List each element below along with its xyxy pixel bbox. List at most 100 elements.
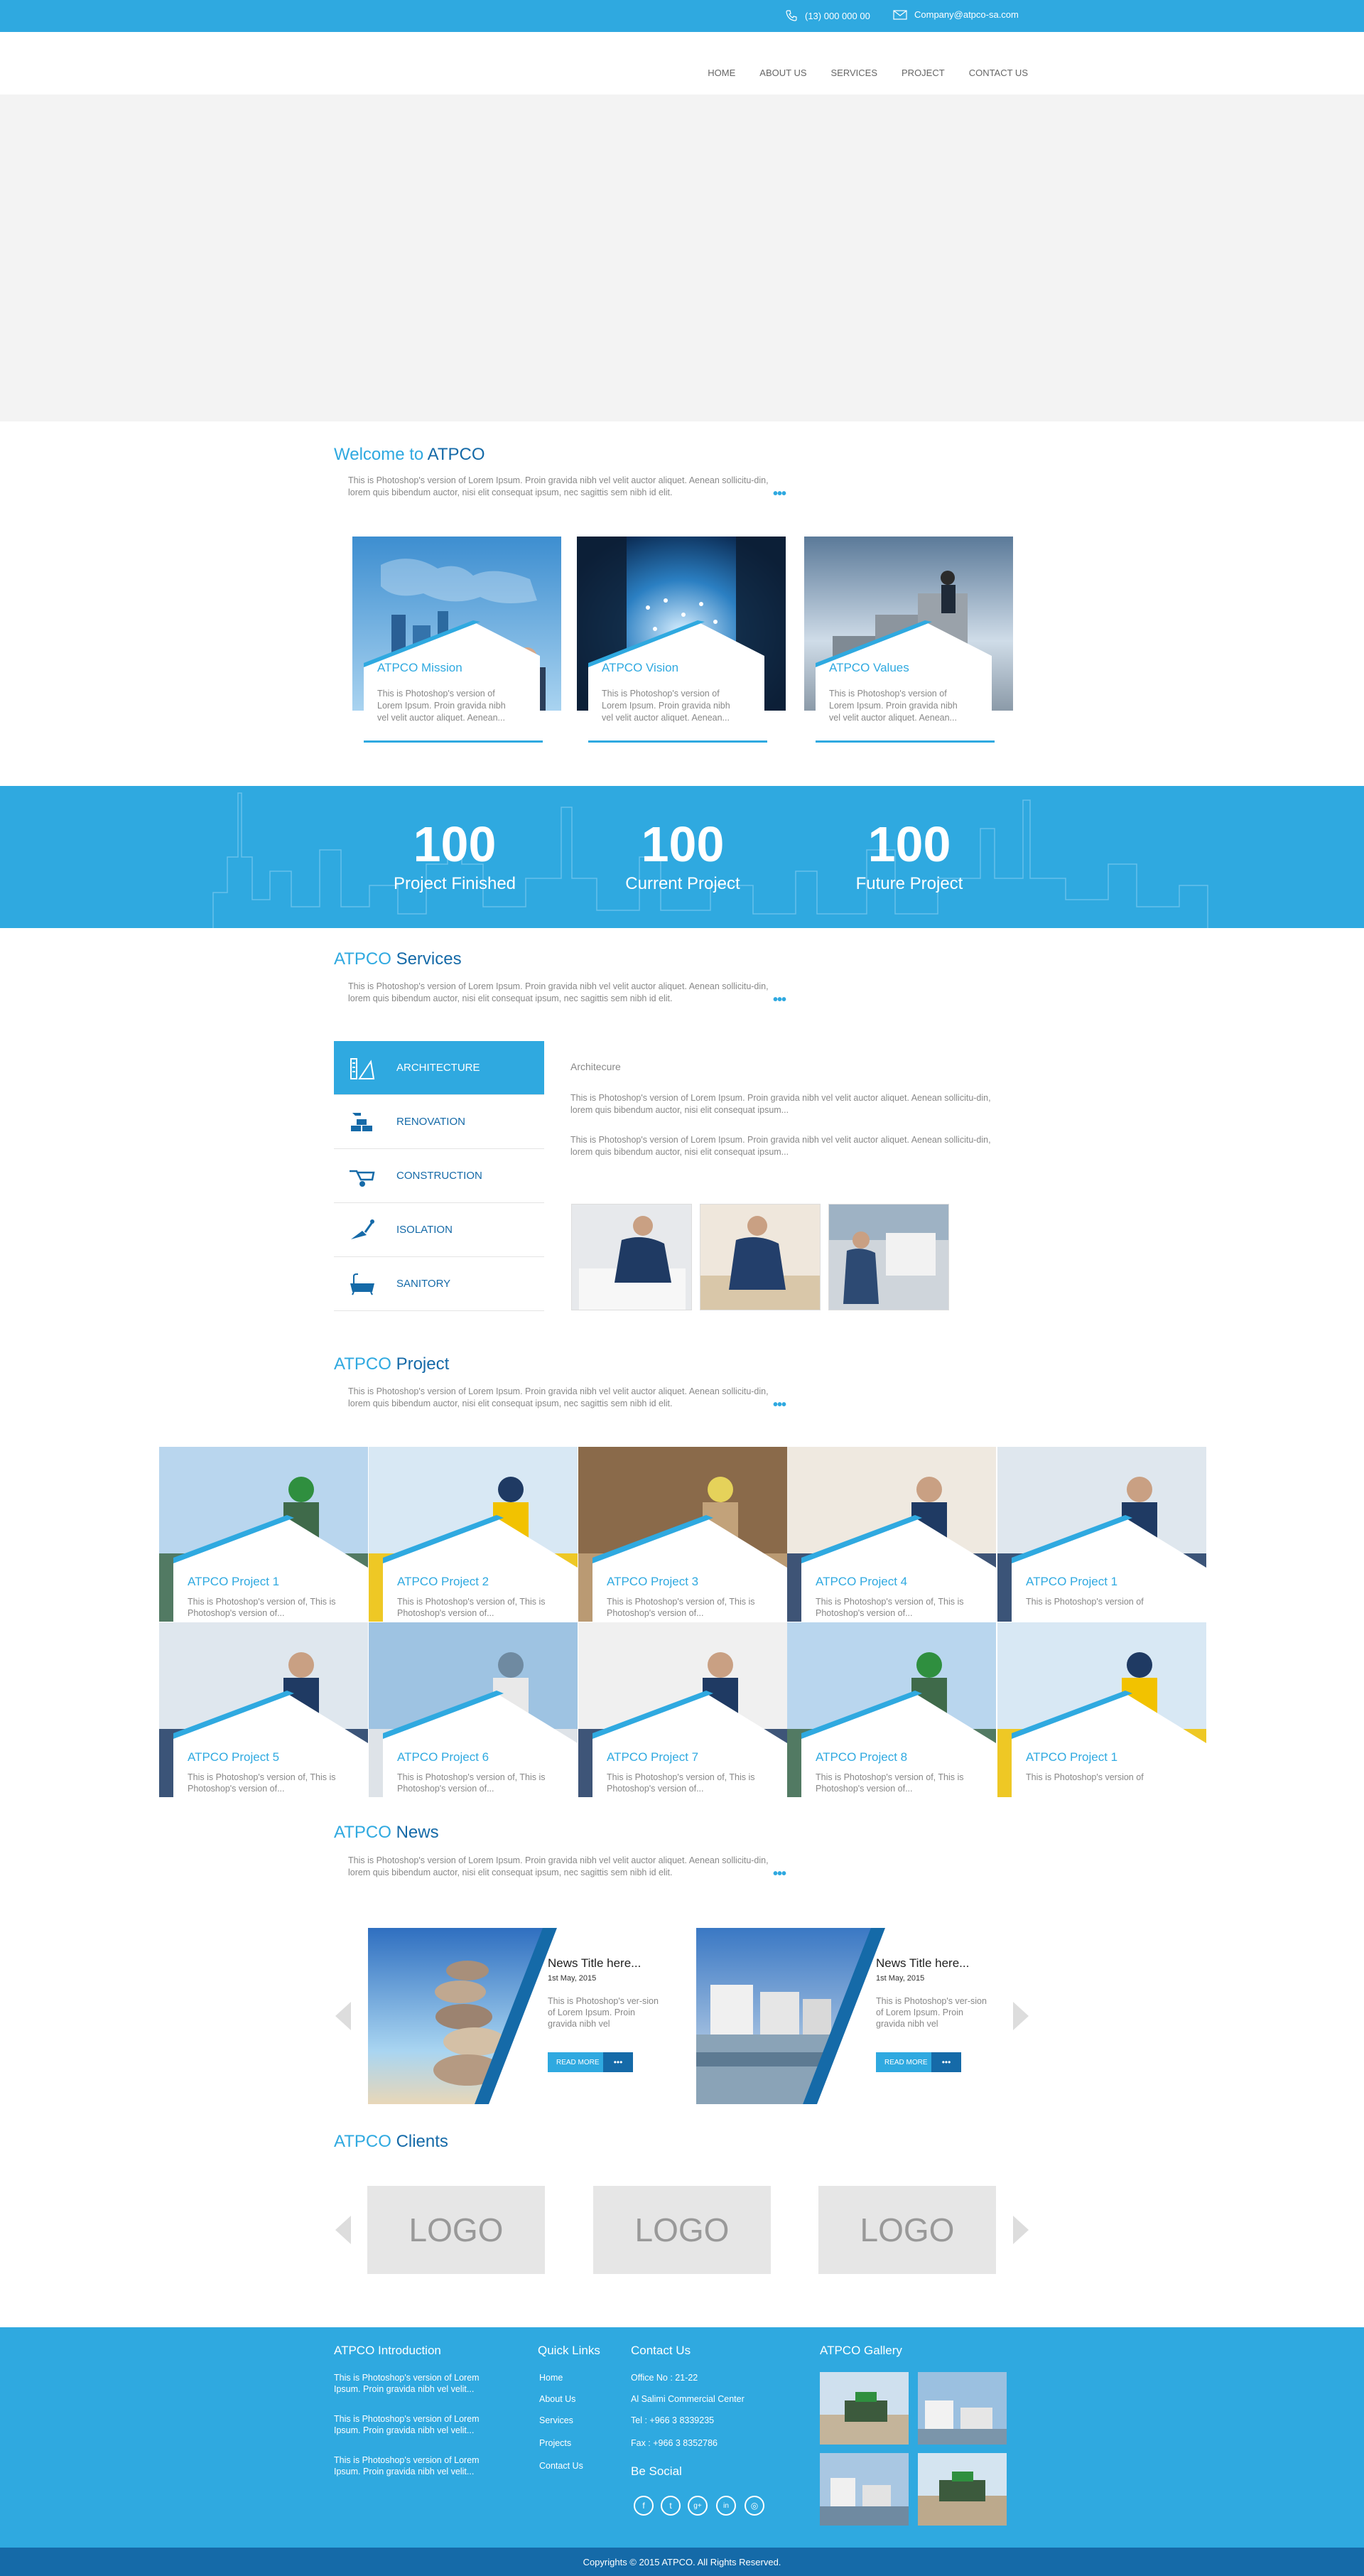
footer-contact-office: Office No : 21-22: [631, 2373, 698, 2383]
project-title: ATPCO Project 1: [1026, 1750, 1118, 1764]
card-title: ATPCO Mission: [377, 661, 462, 674]
clients-title: ATPCO Clients: [334, 2132, 448, 2151]
card-underline: [588, 740, 767, 743]
service-architecture[interactable]: ARCHITECTURE: [334, 1041, 544, 1095]
nav-contact[interactable]: CONTACT US: [969, 68, 1028, 78]
footer-link-projects[interactable]: Projects: [539, 2437, 571, 2449]
footer-link-contact[interactable]: Contact Us: [539, 2460, 583, 2472]
linkedin-icon[interactable]: in: [716, 2496, 736, 2516]
project-item[interactable]: ATPCO Project 3 This is Photoshop's versi…: [578, 1447, 787, 1622]
project-title: ATPCO Project 4: [816, 1575, 908, 1588]
project-title: ATPCO Project 1: [1026, 1575, 1118, 1588]
stat-label: Current Project: [625, 874, 740, 893]
bathtub-icon: [350, 1273, 374, 1295]
client-logo-2[interactable]: LOGO: [593, 2186, 771, 2274]
service-construction[interactable]: CONSTRUCTION: [334, 1149, 544, 1203]
project-item[interactable]: ATPCO Project 8 This is Photoshop's versi…: [787, 1622, 996, 1797]
stat-future: 100 Future Project: [824, 814, 995, 894]
welcome-more[interactable]: •••: [773, 486, 786, 502]
google-plus-icon[interactable]: g+: [688, 2496, 708, 2516]
project-title: ATPCO Project: [334, 1354, 450, 1374]
stat-current: 100 Current Project: [597, 814, 768, 894]
card-mission[interactable]: ATPCO Mission This is Photoshop's versio…: [352, 537, 561, 743]
news-prev-arrow[interactable]: [335, 2002, 351, 2030]
stat-label: Future Project: [855, 874, 963, 893]
phone-number: (13) 000 000 00: [805, 10, 870, 21]
footer-link-services[interactable]: Services: [539, 2415, 573, 2426]
read-more-button[interactable]: READ MORE •••: [876, 2052, 961, 2072]
card-title: ATPCO Vision: [602, 661, 679, 674]
project-item[interactable]: ATPCO Project 7 This is Photoshop's versi…: [578, 1622, 787, 1797]
email-contact[interactable]: Company@atpco-sa.com: [893, 9, 1019, 20]
service-photo-2[interactable]: [700, 1204, 821, 1310]
footer-intro-text: This is Photoshop's version of Lorem Ips…: [334, 2455, 480, 2477]
news-intro: This is Photoshop's version of Lorem Ips…: [348, 1855, 769, 1877]
nav-home[interactable]: HOME: [708, 68, 735, 78]
gallery-thumb-2[interactable]: [918, 2372, 1007, 2445]
project-title: ATPCO Project 2: [397, 1575, 489, 1588]
top-bar: (13) 000 000 00 Company@atpco-sa.com: [0, 0, 1364, 32]
news-item-2[interactable]: News Title here... 1st May, 2015 This is…: [696, 1928, 995, 2104]
footer-links-title: Quick Links: [538, 2344, 600, 2357]
nav-about[interactable]: ABOUT US: [759, 68, 806, 78]
facebook-icon[interactable]: f: [634, 2496, 654, 2516]
welcome-title: Welcome to ATPCO: [334, 445, 485, 464]
project-item[interactable]: ATPCO Project 1 This is Photoshop's versi…: [159, 1447, 368, 1622]
project-title: ATPCO Project 8: [816, 1750, 908, 1764]
twitter-icon[interactable]: t: [661, 2496, 681, 2516]
project-intro: This is Photoshop's version of Lorem Ips…: [348, 1386, 769, 1408]
nav-project[interactable]: PROJECT: [902, 68, 945, 78]
project-more[interactable]: •••: [773, 1397, 786, 1413]
footer-link-home[interactable]: Home: [539, 2372, 563, 2383]
service-photo-3[interactable]: [828, 1204, 949, 1310]
news-item-text: This is Photoshop's ver-sion of Lorem Ip…: [876, 1996, 987, 2029]
news-item-date: 1st May, 2015: [876, 1974, 925, 1983]
project-item[interactable]: ATPCO Project 6 This is Photoshop's versi…: [369, 1622, 578, 1797]
service-detail-title: Architecure: [570, 1061, 621, 1072]
project-text: This is Photoshop's version of: [1026, 1772, 1144, 1782]
main-nav: HOME ABOUT US SERVICES PROJECT CONTACT U…: [708, 68, 1028, 78]
footer-contact-tel: Tel : +966 3 8339235: [631, 2415, 715, 2425]
project-item[interactable]: ATPCO Project 5 This is Photoshop's versi…: [159, 1622, 368, 1797]
project-text: This is Photoshop's version of, This is …: [188, 1597, 336, 1618]
card-vision[interactable]: ATPCO Vision This is Photoshop's version…: [577, 537, 786, 743]
project-item[interactable]: ATPCO Project 4 This is Photoshop's versi…: [787, 1447, 996, 1622]
nav-services[interactable]: SERVICES: [831, 68, 878, 78]
footer-link-about[interactable]: About Us: [539, 2393, 575, 2405]
news-more[interactable]: •••: [773, 1866, 786, 1882]
service-sanitory[interactable]: SANITORY: [334, 1257, 544, 1311]
hero-banner: [0, 95, 1364, 421]
service-renovation[interactable]: RENOVATION: [334, 1095, 544, 1149]
project-title: ATPCO Project 6: [397, 1750, 489, 1764]
service-isolation[interactable]: ISOLATION: [334, 1203, 544, 1257]
service-label: ARCHITECTURE: [396, 1062, 480, 1074]
trowel-icon: [351, 1219, 374, 1239]
news-next-arrow[interactable]: [1013, 2002, 1029, 2030]
project-text: This is Photoshop's version of, This is …: [188, 1772, 336, 1794]
clients-next-arrow[interactable]: [1013, 2216, 1029, 2244]
instagram-icon[interactable]: ◎: [745, 2496, 764, 2516]
gallery-thumb-4[interactable]: [918, 2453, 1007, 2526]
stat-finished: 100 Project Finished: [369, 814, 540, 894]
services-more[interactable]: •••: [773, 992, 786, 1008]
architecture-icon: [350, 1057, 375, 1079]
phone-icon: [786, 10, 797, 21]
project-text: This is Photoshop's version of, This is …: [816, 1597, 964, 1618]
news-item-1[interactable]: News Title here... 1st May, 2015 This is…: [368, 1928, 666, 2104]
more-dots-icon: •••: [931, 2052, 961, 2072]
client-logo-3[interactable]: LOGO: [818, 2186, 996, 2274]
client-logo-1[interactable]: LOGO: [367, 2186, 545, 2274]
card-values[interactable]: ATPCO Values This is Photoshop's version…: [804, 537, 1013, 743]
gallery-thumb-3[interactable]: [820, 2453, 909, 2526]
clients-prev-arrow[interactable]: [335, 2216, 351, 2244]
service-photo-1[interactable]: [571, 1204, 692, 1310]
project-item[interactable]: ATPCO Project 1 This is Photoshop's versi…: [997, 1622, 1206, 1797]
footer-intro-text: This is Photoshop's version of Lorem Ips…: [334, 2414, 480, 2435]
project-title: ATPCO Project 3: [607, 1575, 699, 1588]
phone-contact[interactable]: (13) 000 000 00: [785, 9, 870, 22]
project-item[interactable]: ATPCO Project 1 This is Photoshop's versi…: [997, 1447, 1206, 1622]
bricks-icon: [351, 1112, 372, 1131]
gallery-thumb-1[interactable]: [820, 2372, 909, 2445]
read-more-button[interactable]: READ MORE •••: [548, 2052, 633, 2072]
project-item[interactable]: ATPCO Project 2 This is Photoshop's versi…: [369, 1447, 578, 1622]
